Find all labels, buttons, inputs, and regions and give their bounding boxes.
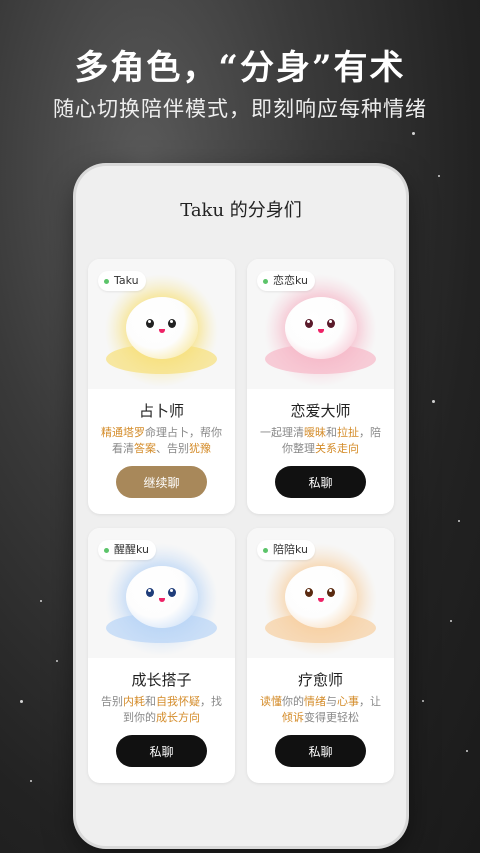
- description-text: 和: [145, 695, 156, 708]
- mascot-body: [126, 566, 198, 628]
- persona-description: 告别内耗和自我怀疑，找到你的成长方向: [100, 694, 223, 726]
- star-decoration: [422, 700, 424, 702]
- star-decoration: [40, 600, 42, 602]
- description-text: 告别: [101, 695, 123, 708]
- private-chat-button[interactable]: 私聊: [275, 735, 366, 767]
- persona-card[interactable]: 醒醒ku 成长搭子告别内耗和自我怀疑，找到你的成长方向 私聊: [88, 528, 235, 783]
- mascot-body: [285, 566, 357, 628]
- persona-tag: 恋恋ku: [257, 271, 316, 291]
- mascot-eye: [305, 319, 313, 328]
- headline: 多角色，“分身”有术: [74, 48, 406, 88]
- star-decoration: [412, 132, 415, 135]
- description-text: 、告别: [156, 442, 189, 455]
- description-text: 和: [326, 426, 337, 439]
- highlight-text: 拉扯: [337, 426, 359, 439]
- description-text: ，让: [359, 695, 381, 708]
- persona-card[interactable]: 陪陪ku 疗愈师读懂你的情绪与心事，让倾诉变得更轻松私聊: [247, 528, 394, 783]
- star-decoration: [30, 780, 32, 782]
- highlight-text: 读懂: [260, 695, 282, 708]
- mascot-eye: [168, 588, 176, 597]
- mascot-eye: [146, 588, 154, 597]
- persona-name: 成长搭子: [131, 671, 192, 689]
- persona-card[interactable]: Taku 占卜师精通塔罗命理占卜，帮你看清答案、告别犹豫 继续聊: [88, 259, 235, 514]
- star-decoration: [438, 175, 440, 177]
- highlight-text: 关系走向: [315, 442, 359, 455]
- mascot-eye: [146, 319, 154, 328]
- highlight-text: 自我怀疑: [156, 695, 200, 708]
- persona-tag: 醒醒ku: [98, 540, 157, 560]
- description-text: 一起理清: [260, 426, 304, 439]
- highlight-text: 答案: [134, 442, 156, 455]
- mascot-body: [285, 297, 357, 359]
- persona-description: 精通塔罗命理占卜，帮你看清答案、告别犹豫: [100, 425, 223, 457]
- star-decoration: [20, 700, 23, 703]
- persona-name: 占卜师: [138, 402, 184, 420]
- mascot-eye: [305, 588, 313, 597]
- highlight-text: 暧昧: [304, 426, 326, 439]
- private-chat-button[interactable]: 私聊: [116, 735, 207, 767]
- highlight-text: 犹豫: [189, 442, 211, 455]
- star-decoration: [458, 520, 460, 522]
- persona-description: 一起理清暧昧和拉扯，陪你整理关系走向: [259, 425, 382, 457]
- persona-description: 读懂你的情绪与心事，让倾诉变得更轻松: [259, 694, 382, 726]
- star-decoration: [466, 750, 468, 752]
- highlight-text: 情绪: [304, 695, 326, 708]
- star-decoration: [450, 620, 452, 622]
- star-decoration: [432, 400, 435, 403]
- description-text: 与: [326, 695, 337, 708]
- persona-card[interactable]: 恋恋ku 恋爱大师一起理清暧昧和拉扯，陪你整理关系走向 私聊: [247, 259, 394, 514]
- highlight-text: 倾诉: [282, 711, 304, 724]
- description-text: 变得更轻松: [304, 711, 359, 724]
- highlight-text: 成长方向: [156, 711, 200, 724]
- phone-mockup: Taku 的分身们 Taku 占卜师精通塔罗命理占卜，帮你看清答案、告别犹豫 继续聊…: [76, 166, 406, 846]
- persona-tag: 陪陪ku: [257, 540, 316, 560]
- subheadline: 随心切换陪伴模式，即刻响应每种情绪: [53, 97, 427, 121]
- mascot-eye: [327, 588, 335, 597]
- mascot-eye: [168, 319, 176, 328]
- star-decoration: [56, 660, 58, 662]
- highlight-text: 精通塔罗: [101, 426, 145, 439]
- highlight-text: 内耗: [123, 695, 145, 708]
- persona-name: 恋爱大师: [290, 402, 351, 420]
- continue-chat-button[interactable]: 继续聊: [116, 466, 207, 498]
- persona-name: 疗愈师: [297, 671, 343, 689]
- highlight-text: 心事: [337, 695, 359, 708]
- phone-screen-title: Taku 的分身们: [180, 200, 302, 221]
- private-chat-button[interactable]: 私聊: [275, 466, 366, 498]
- mascot-eye: [327, 319, 335, 328]
- description-text: 你的: [282, 695, 304, 708]
- mascot-body: [126, 297, 198, 359]
- persona-tag: Taku: [98, 271, 146, 291]
